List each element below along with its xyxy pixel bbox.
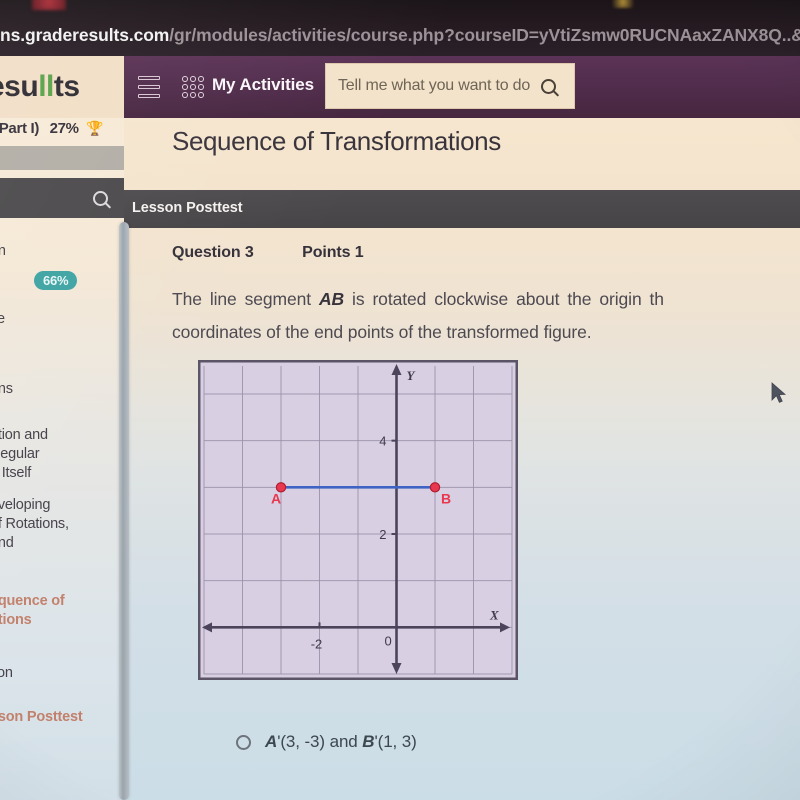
screenshot-root: ns.graderesults.com/gr/modules/activitie… xyxy=(0,0,800,800)
y-axis-tick-label: 4 xyxy=(379,434,386,449)
sidebar-item-label: Regular xyxy=(0,446,40,462)
global-search-box[interactable]: Tell me what you want to do xyxy=(325,63,575,109)
sidebar-item-label: ce xyxy=(0,311,5,327)
sidebar-item-label: sson Posttest xyxy=(0,709,83,725)
app-grid-icon[interactable] xyxy=(182,76,204,98)
url-bar[interactable]: ns.graderesults.com/gr/modules/activitie… xyxy=(0,22,800,48)
sidebar-badge-percent: 66% xyxy=(34,271,78,290)
question-number: Question 3 xyxy=(172,244,254,261)
logo-part-3: l xyxy=(46,70,54,103)
course-progress-percent: 27% xyxy=(49,120,79,137)
url-host: ns.graderesults.com xyxy=(0,25,170,45)
segment-endpoint[interactable] xyxy=(429,482,441,493)
chrome-red-blob xyxy=(32,0,66,10)
search-icon[interactable] xyxy=(541,78,556,94)
segment-label-ab: AB xyxy=(319,289,345,309)
sidebar-item-label: ation and xyxy=(0,427,48,443)
y-axis-tick-label: 2 xyxy=(379,527,386,542)
sidebar-item[interactable]: sson Posttest xyxy=(0,708,124,727)
logo-part-5: s xyxy=(63,70,80,103)
x-axis-origin-label: 0 xyxy=(385,633,392,648)
brand-logo[interactable]: esullts xyxy=(0,56,124,118)
sidebar-item[interactable]: son xyxy=(0,664,124,683)
page-title: Sequence of Transformations xyxy=(172,126,501,156)
browser-chrome: ns.graderesults.com/gr/modules/activitie… xyxy=(0,0,800,56)
course-part-label: (Part I) xyxy=(0,120,40,137)
hamburger-icon[interactable] xyxy=(138,76,160,98)
segment-endpoint-label: A xyxy=(271,490,281,506)
posttest-label: Lesson Posttest xyxy=(132,200,243,216)
coordinate-graph: Y X 2 4 -2 0 A B xyxy=(198,360,518,680)
sidebar-item[interactable]: eveloping of Rotations, and xyxy=(0,496,124,553)
nav-my-activities[interactable]: My Activities xyxy=(212,75,314,95)
sidebar-item-label: ons xyxy=(0,381,13,397)
question-points: Points 1 xyxy=(302,244,364,261)
mouse-pointer-icon xyxy=(771,382,787,403)
sidebar-item-label: of Rotations, xyxy=(0,516,69,532)
answer-option-label: A'(3, -3) and B'(1, 3) xyxy=(265,732,417,751)
answer-option[interactable]: A'(3, -3) and B'(1, 3) xyxy=(236,732,417,752)
radio-button-icon[interactable] xyxy=(236,734,251,750)
sidebar-item-label: ations xyxy=(0,612,32,628)
sidebar-item[interactable]: equence of ations xyxy=(0,592,124,630)
posttest-bar: Lesson Posttest xyxy=(124,190,800,228)
vertical-scrollbar-thumb[interactable] xyxy=(119,222,129,800)
course-progress-row: (Part I) 27% 🏆 xyxy=(0,120,124,144)
trophy-icon: 🏆 xyxy=(86,120,104,136)
sidebar-item[interactable]: ation and Regular o Itself xyxy=(0,426,124,483)
sidebar-item[interactable]: on xyxy=(0,242,124,261)
sidebar-item-label: on xyxy=(0,243,6,259)
x-axis-tick-label: -2 xyxy=(311,636,323,651)
segment-endpoint-label: B xyxy=(441,490,451,506)
logo-part-1: esu xyxy=(0,70,39,103)
sidebar-item[interactable]: ons xyxy=(0,380,124,399)
logo-part-4: t xyxy=(53,70,64,103)
question-header: Question 3 Points 1 xyxy=(172,244,364,262)
url-path: /gr/modules/activities/course.php?course… xyxy=(169,25,800,45)
sidebar-item-label: o Itself xyxy=(0,465,32,481)
global-search-placeholder: Tell me what you want to do xyxy=(338,77,531,94)
main-content: Sequence of Transformations Lesson Postt… xyxy=(124,118,800,800)
answer-options: A'(3, -3) and B'(1, 3) xyxy=(236,732,417,752)
question-text-line-1: The line segment AB is rotated clockwise… xyxy=(172,283,800,316)
y-axis-label: Y xyxy=(407,368,416,383)
sidebar-progress-badge: 66% xyxy=(0,266,78,290)
sidebar-item-label: eveloping xyxy=(0,497,51,513)
chrome-amber-blob xyxy=(612,0,634,8)
question-text-part-a: The line segment xyxy=(172,289,320,309)
logo-part-2: l xyxy=(38,70,47,103)
x-axis-label: X xyxy=(489,607,499,622)
sidebar-item[interactable]: ce xyxy=(0,310,124,329)
sidebar-item-label: and xyxy=(0,535,14,551)
course-progress-bar xyxy=(0,146,124,170)
course-sidebar: (Part I) 27% 🏆 on 66% ce ons ation and Regula… xyxy=(0,118,124,800)
sidebar-item-label: son xyxy=(0,665,13,681)
sidebar-item-label: equence of xyxy=(0,593,65,609)
sidebar-search-input[interactable] xyxy=(0,178,124,218)
question-text-part-b: is rotated clockwise about the origin th xyxy=(344,289,664,309)
question-text: The line segment AB is rotated clockwise… xyxy=(172,283,800,349)
brand-logo-text: esullts xyxy=(0,70,80,104)
coordinate-graph-svg: Y X 2 4 -2 0 A B xyxy=(198,360,518,680)
search-icon[interactable] xyxy=(93,190,108,206)
question-text-line-2: coordinates of the end points of the tra… xyxy=(172,322,592,342)
